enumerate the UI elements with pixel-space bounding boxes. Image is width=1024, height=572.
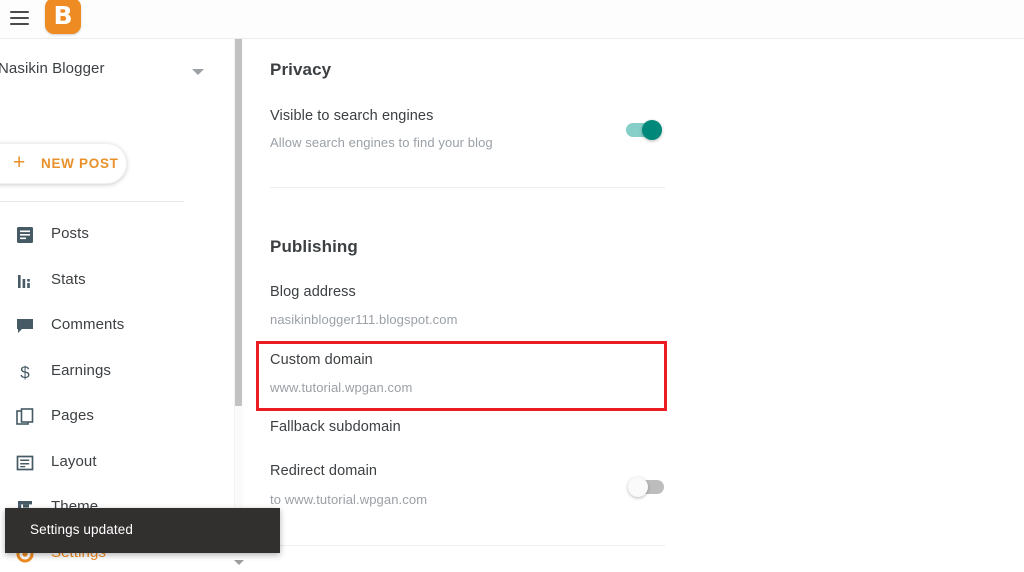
plus-icon: +	[13, 151, 26, 174]
redirect-domain-subtitle: to www.tutorial.wpgan.com	[270, 492, 428, 507]
hamburger-menu-icon[interactable]	[10, 11, 29, 26]
layout-icon	[14, 452, 36, 474]
sidebar-item-layout[interactable]: Layout	[0, 442, 234, 488]
new-post-button[interactable]: + NEW POST	[0, 143, 127, 184]
redirect-domain-title: Redirect domain	[270, 463, 378, 479]
publishing-divider	[270, 545, 665, 546]
visible-to-search-engines-subtitle: Allow search engines to find your blog	[270, 135, 493, 150]
custom-domain-value: www.tutorial.wpgan.com	[270, 380, 413, 395]
privacy-divider	[270, 187, 665, 188]
svg-text:$: $	[20, 363, 30, 382]
blog-selector[interactable]: Nasikin Blogger	[0, 56, 215, 88]
visible-to-search-engines-toggle[interactable]	[626, 120, 662, 140]
posts-icon	[14, 224, 36, 246]
blog-name-label: Nasikin Blogger	[0, 60, 105, 77]
stats-icon	[14, 270, 36, 292]
sidebar-divider	[0, 201, 184, 202]
sidebar-item-label: Stats	[51, 270, 86, 288]
top-bar: B	[0, 0, 1024, 39]
fallback-subdomain-title[interactable]: Fallback subdomain	[270, 419, 401, 435]
sidebar-item-label: Layout	[51, 452, 97, 470]
visible-to-search-engines-title: Visible to search engines	[270, 108, 434, 124]
sidebar-item-posts[interactable]: Posts	[0, 214, 234, 260]
pages-icon	[14, 406, 36, 428]
sidebar-item-pages[interactable]: Pages	[0, 396, 234, 442]
settings-content: Privacy Visible to search engines Allow …	[243, 38, 1024, 572]
custom-domain-title[interactable]: Custom domain	[270, 352, 373, 368]
sidebar-scrollbar-thumb[interactable]	[235, 2, 242, 406]
blogger-logo-icon[interactable]: B	[45, 0, 81, 34]
chevron-down-icon[interactable]	[192, 69, 204, 75]
comments-icon	[14, 315, 36, 337]
sidebar-item-label: Pages	[51, 407, 95, 424]
blog-address-value: nasikinblogger111.blogspot.com	[270, 312, 458, 327]
publishing-section-title: Publishing	[270, 237, 358, 256]
sidebar-item-label: Posts	[51, 225, 90, 242]
sidebar-item-comments[interactable]: Comments	[0, 305, 234, 351]
sidebar-item-label: Earnings	[51, 361, 112, 379]
earnings-icon: $	[14, 361, 36, 383]
toast-notification: Settings updated	[5, 508, 280, 553]
toggle-knob	[628, 477, 648, 497]
scroll-down-icon[interactable]	[234, 560, 244, 565]
new-post-label: NEW POST	[41, 156, 119, 171]
toggle-knob	[642, 120, 662, 140]
sidebar: Nasikin Blogger + NEW POST Posts Stats C…	[0, 38, 234, 572]
blogger-logo-glyph: B	[53, 1, 73, 30]
sidebar-item-label: Comments	[51, 316, 125, 333]
blog-address-title: Blog address	[270, 284, 356, 300]
toast-message: Settings updated	[30, 522, 133, 537]
privacy-section-title: Privacy	[270, 60, 332, 79]
sidebar-item-earnings[interactable]: $ Earnings	[0, 351, 234, 397]
redirect-domain-toggle[interactable]	[628, 477, 664, 497]
sidebar-item-stats[interactable]: Stats	[0, 260, 234, 306]
